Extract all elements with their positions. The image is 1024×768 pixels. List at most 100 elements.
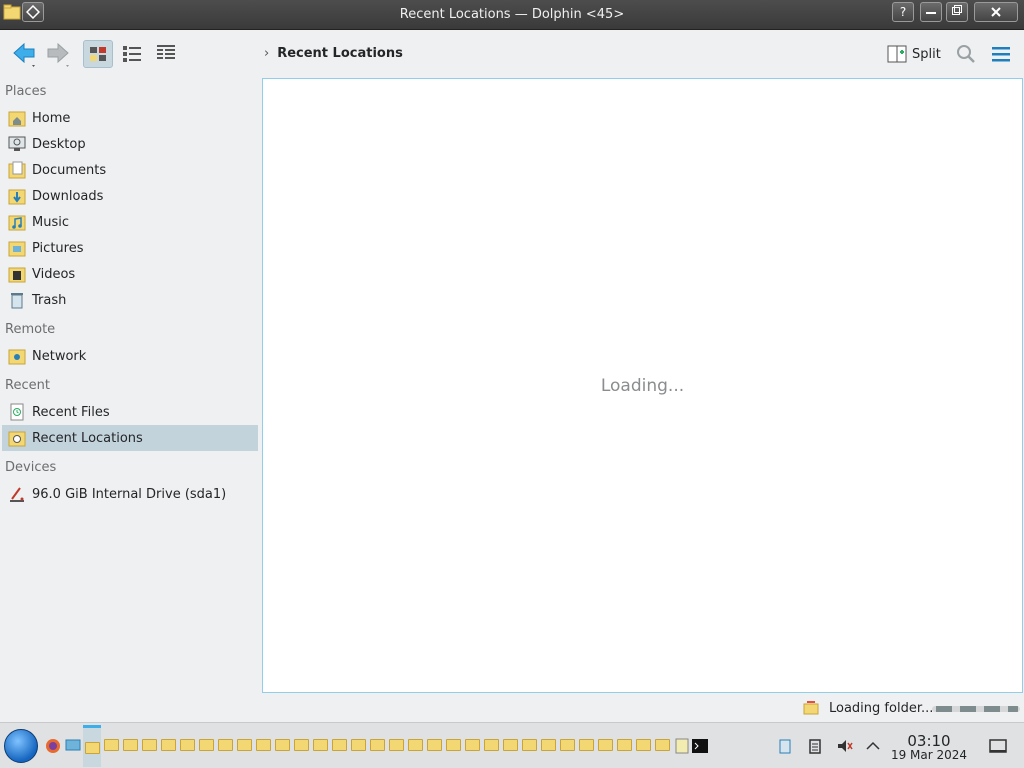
details-view-icon [157,45,175,59]
taskbar-task-button[interactable] [444,725,462,767]
documents-folder-icon [8,161,26,179]
taskbar-task-button[interactable] [159,725,177,767]
system-settings-icon[interactable] [64,737,82,755]
taskbar-task-button[interactable] [463,725,481,767]
taskbar-task-button[interactable] [634,725,652,767]
taskbar-task-button[interactable] [102,725,120,767]
taskbar: 03:10 19 Mar 2024 [0,722,1024,768]
taskbar-task-button[interactable] [368,725,386,767]
places-item-trash[interactable]: Trash [2,287,258,313]
notes-tray-icon[interactable] [806,737,824,755]
taskbar-task-button[interactable] [235,725,253,767]
terminal-icon[interactable] [692,739,708,753]
places-item-downloads[interactable]: Downloads [2,183,258,209]
taskbar-task-button[interactable] [83,725,101,767]
videos-folder-icon [8,267,26,283]
start-menu-button[interactable] [4,729,38,763]
folder-icon [484,739,499,751]
folder-icon [655,739,670,751]
icons-view-button[interactable] [83,40,113,68]
icons-view-icon [90,47,106,61]
taskbar-task-button[interactable] [615,725,633,767]
folder-icon [161,739,176,751]
minimize-button[interactable] [920,2,942,22]
places-item-pictures[interactable]: Pictures [2,235,258,261]
places-panel: Places Home Desktop Documents Downloads … [0,78,262,698]
taskbar-task-button[interactable] [330,725,348,767]
taskbar-task-button[interactable] [406,725,424,767]
split-button[interactable]: Split [886,42,941,66]
close-button[interactable] [974,2,1018,22]
folder-icon [446,739,461,751]
places-item-label: Trash [32,292,67,308]
taskbar-task-button[interactable] [311,725,329,767]
taskbar-task-button[interactable] [653,725,671,767]
folder-icon [294,739,309,751]
volume-muted-icon[interactable] [836,737,854,755]
help-button[interactable]: ? [892,2,914,22]
show-desktop-icon[interactable] [988,737,1008,755]
places-item-label: Recent Files [32,404,110,420]
taskbar-task-button[interactable] [273,725,291,767]
compact-view-button[interactable] [118,40,148,68]
places-item-videos[interactable]: Videos [2,261,258,287]
firefox-icon[interactable] [44,737,62,755]
places-item-music[interactable]: Music [2,209,258,235]
folder-icon [465,739,480,751]
places-item-label: Home [32,110,71,126]
taskbar-task-button[interactable] [254,725,272,767]
places-item-label: Pictures [32,240,84,256]
folder-icon [617,739,632,751]
text-editor-icon[interactable] [674,737,690,755]
places-item-network[interactable]: Network [2,343,258,369]
taskbar-task-button[interactable] [482,725,500,767]
taskbar-task-button[interactable] [121,725,139,767]
clock-date[interactable]: 19 Mar 2024 [890,748,968,762]
arrow-right-icon [47,42,69,67]
drive-icon [10,487,24,502]
places-item-recent-files[interactable]: Recent Files [2,399,258,425]
breadcrumb-current[interactable]: Recent Locations [277,46,403,61]
taskbar-task-button[interactable] [577,725,595,767]
back-button[interactable] [10,40,38,68]
places-item-home[interactable]: Home [2,105,258,131]
folder-icon [123,739,138,751]
places-item-label: Videos [32,266,76,282]
file-view[interactable]: Loading... [262,78,1023,693]
search-button[interactable] [954,42,978,66]
places-item-recent-locations[interactable]: Recent Locations [2,425,258,451]
loading-progress-bar [932,706,1020,712]
taskbar-task-button[interactable] [558,725,576,767]
folder-icon [313,739,328,751]
window-titlebar[interactable]: Recent Locations — Dolphin <45> ? [0,0,1024,30]
folder-icon [636,739,651,751]
taskbar-task-button[interactable] [216,725,234,767]
taskbar-task-button[interactable] [349,725,367,767]
taskbar-task-button[interactable] [501,725,519,767]
taskbar-task-button[interactable] [539,725,557,767]
places-item-label: Documents [32,162,107,178]
taskbar-task-button[interactable] [292,725,310,767]
taskbar-task-button[interactable] [387,725,405,767]
clipboard-tray-icon[interactable] [776,737,794,755]
maximize-button[interactable] [946,2,968,22]
taskbar-task-button[interactable] [197,725,215,767]
folder-icon [237,739,252,751]
section-title-places: Places [5,84,47,99]
taskbar-task-button[interactable] [425,725,443,767]
taskbar-task-button[interactable] [520,725,538,767]
details-view-button[interactable] [152,40,182,68]
taskbar-task-button[interactable] [596,725,614,767]
hamburger-icon [992,47,1010,62]
places-item-desktop[interactable]: Desktop [2,131,258,157]
breadcrumb[interactable]: › Recent Locations [264,46,403,61]
close-icon [991,7,1001,17]
forward-button[interactable] [44,40,72,68]
places-item-documents[interactable]: Documents [2,157,258,183]
chevron-up-icon[interactable] [864,737,882,755]
taskbar-task-button[interactable] [178,725,196,767]
hamburger-menu-button[interactable] [988,42,1014,66]
chevron-right-icon[interactable]: › [264,46,269,61]
places-item-internal-drive[interactable]: 96.0 GiB Internal Drive (sda1) [2,481,258,507]
taskbar-task-button[interactable] [140,725,158,767]
